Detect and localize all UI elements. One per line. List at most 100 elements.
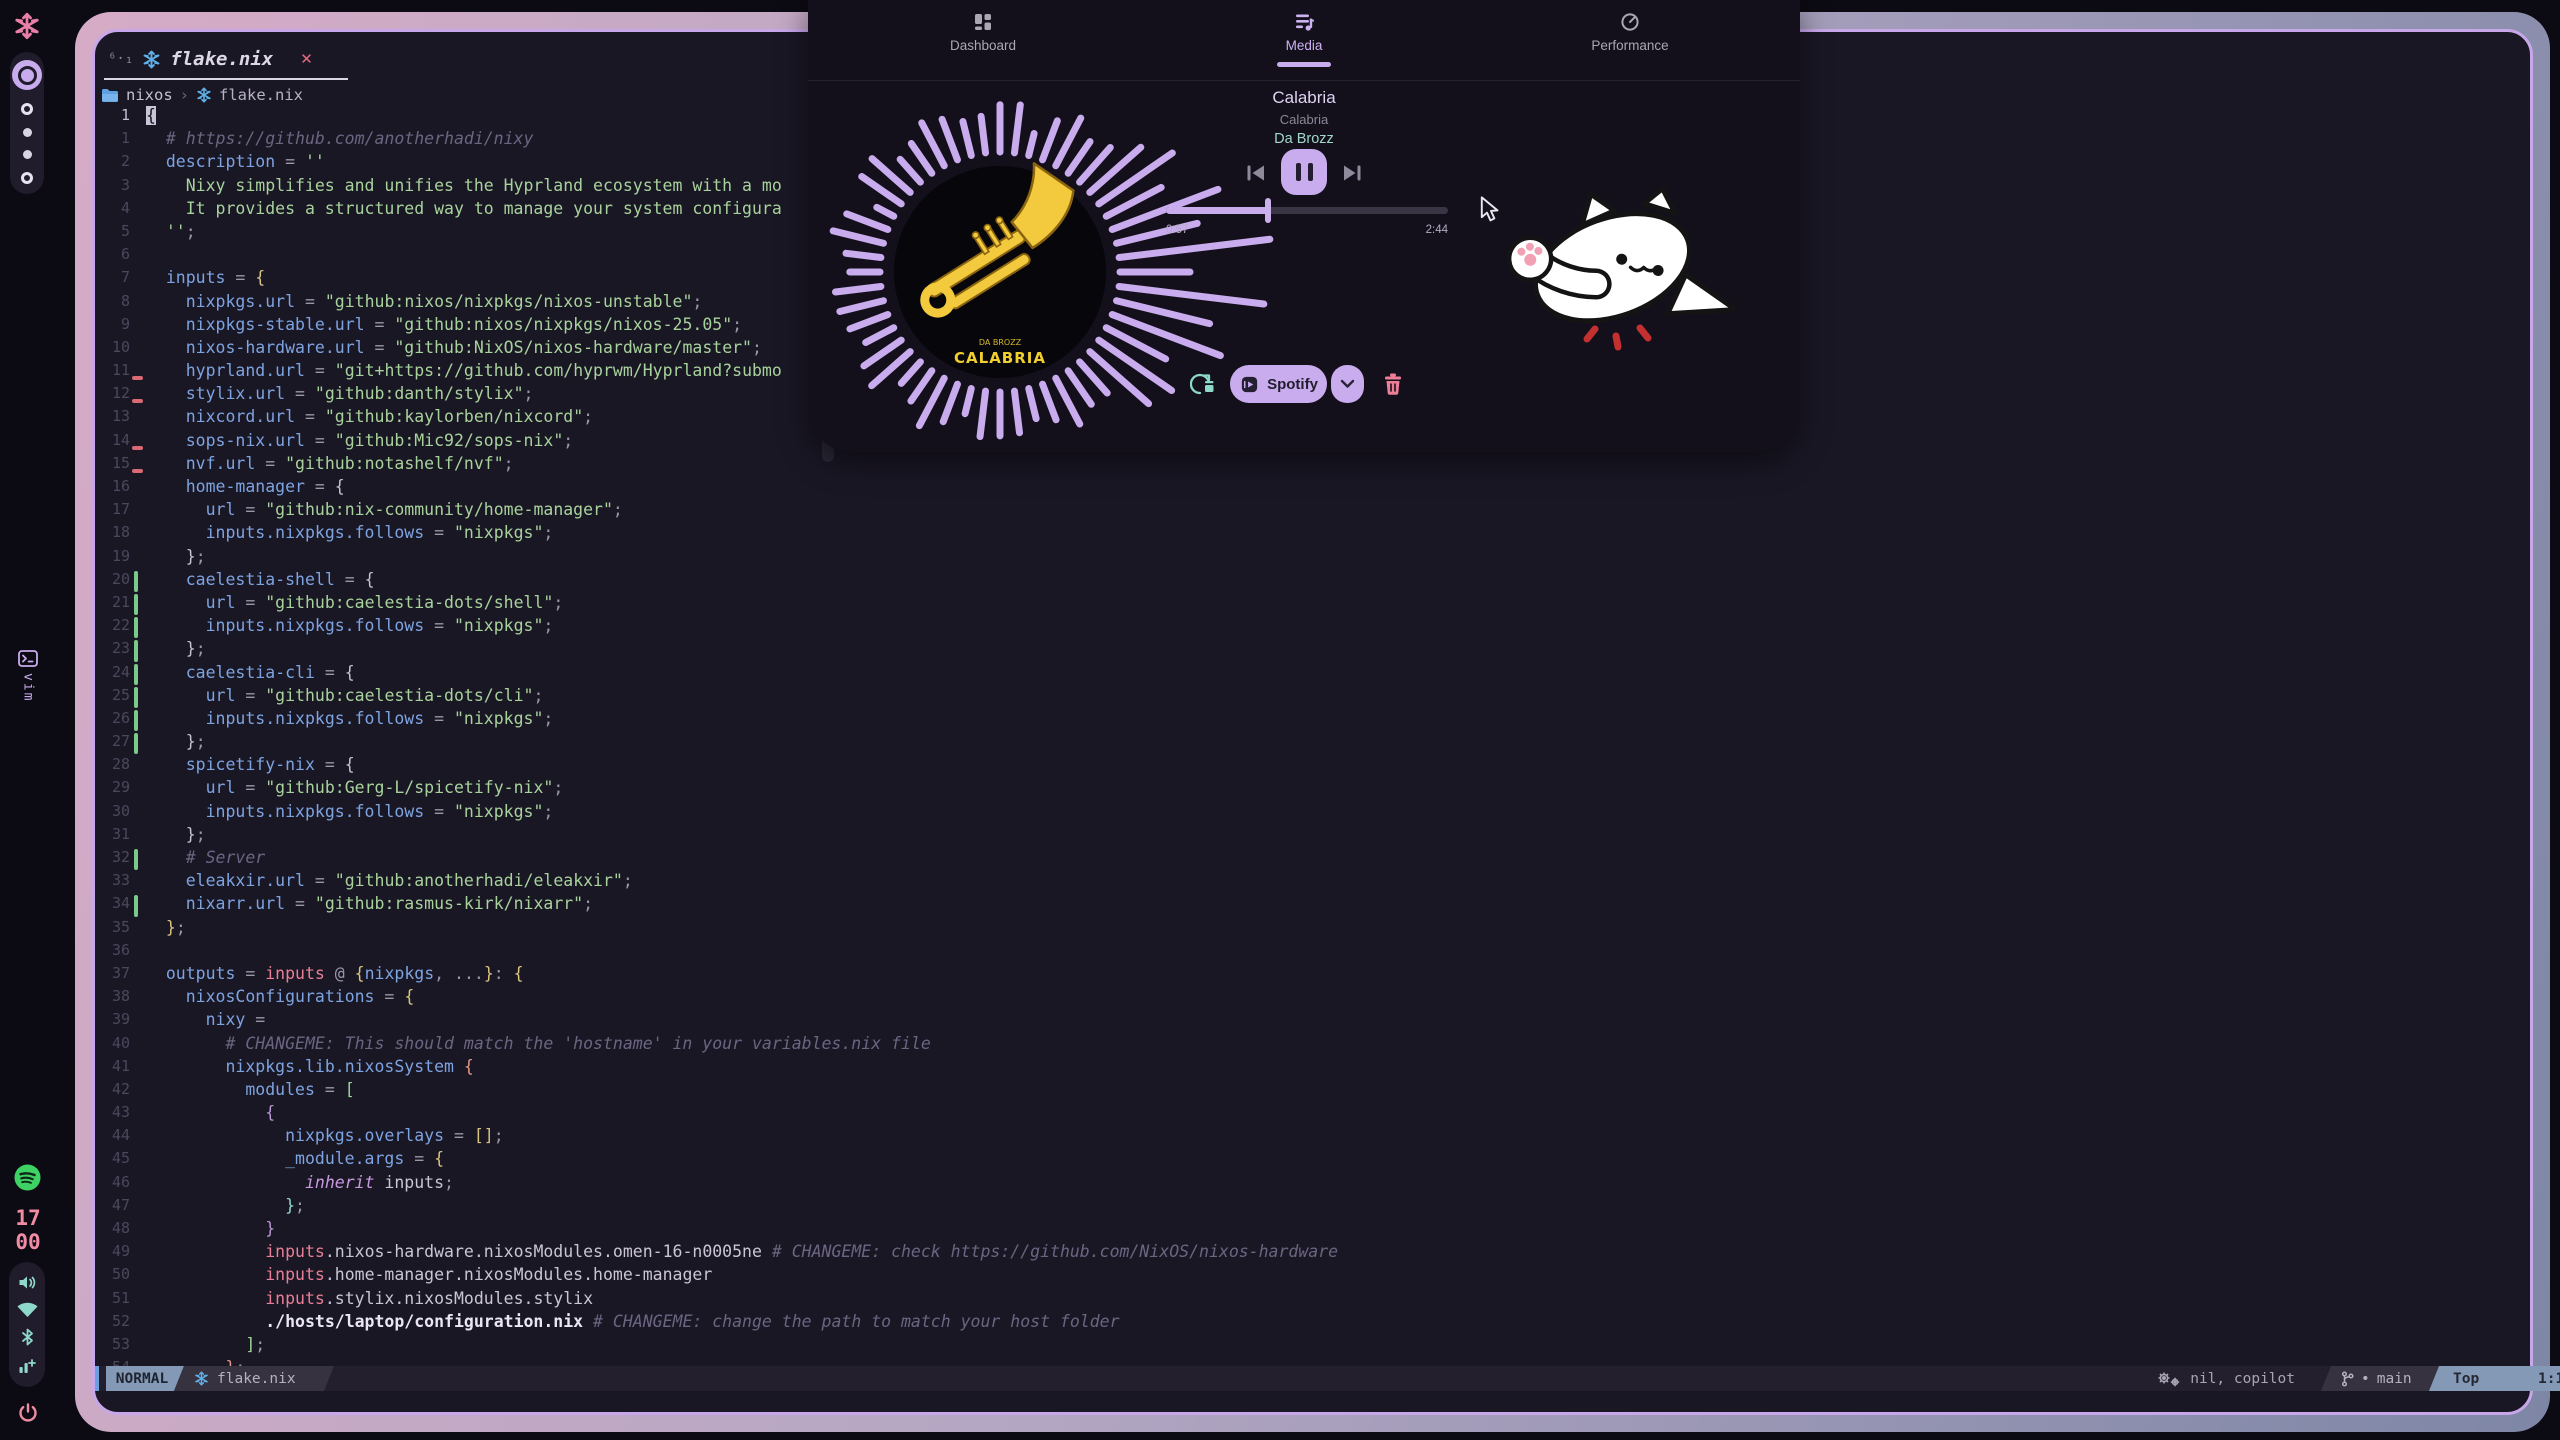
workspace-dot-1[interactable] (12, 60, 42, 90)
progress-bar[interactable] (1166, 207, 1448, 214)
workspace-dot-3[interactable] (23, 128, 32, 137)
mode-indicator: NORMAL (106, 1366, 184, 1391)
move-player-icon[interactable] (1190, 371, 1216, 397)
breadcrumb: nixos › flake.nix (101, 84, 303, 106)
breadcrumb-root[interactable]: nixos (126, 86, 173, 104)
git-branch-icon (2341, 1371, 2354, 1387)
desktop: ⁶·₁ flake.nix ✕ nixos › flake.nix 1{1 # … (0, 0, 2560, 1440)
total-time: 2:44 (1404, 224, 1448, 236)
code-line[interactable]: 22 inputs.nixpkgs.follows = "nixpkgs"; (100, 616, 2480, 639)
code-line[interactable]: 47 }; (100, 1196, 2480, 1219)
code-line[interactable]: 17 url = "github:nix-community/home-mana… (100, 500, 2480, 523)
progress-fill (1166, 207, 1268, 214)
workspace-dot-4[interactable] (23, 150, 32, 159)
code-line[interactable]: 21 url = "github:caelestia-dots/shell"; (100, 593, 2480, 616)
code-line[interactable]: 46 inherit inputs; (100, 1173, 2480, 1196)
active-app-label: vim (21, 673, 36, 702)
breadcrumb-separator: › (180, 86, 189, 104)
statusline: NORMAL flake.nix nil, copilot (95, 1366, 2530, 1391)
code-line[interactable]: 26 inputs.nixpkgs.follows = "nixpkgs"; (100, 709, 2480, 732)
code-line[interactable]: 48 } (100, 1219, 2480, 1242)
code-line[interactable]: 24 caelestia-cli = { (100, 663, 2480, 686)
code-line[interactable]: 16 home-manager = { (100, 477, 2480, 500)
player-dropdown-button[interactable] (1331, 365, 1364, 403)
code-line[interactable]: 53 ]; (100, 1335, 2480, 1358)
performance-gauge-icon (1620, 12, 1640, 32)
elapsed-time: 0:57 (1166, 224, 1188, 236)
code-line[interactable]: 36 (100, 941, 2480, 964)
code-line[interactable]: 40 # CHANGEME: This should match the 'ho… (100, 1034, 2480, 1057)
branch-bullet: • (2361, 1371, 2370, 1387)
code-line[interactable]: 43 { (100, 1103, 2480, 1126)
buffer-tab[interactable]: ⁶·₁ flake.nix ✕ (108, 42, 313, 76)
spotify-source-button[interactable]: Spotify (1230, 365, 1327, 403)
code-line[interactable]: 52 ./hosts/laptop/configuration.nix # CH… (100, 1312, 2480, 1335)
progress-handle[interactable] (1265, 198, 1271, 223)
code-line[interactable]: 15 nvf.url = "github:notashelf/nvf"; (100, 454, 2480, 477)
buffer-close-icon[interactable]: ✕ (300, 50, 313, 68)
scroll-position: Top (2429, 1366, 2530, 1391)
code-line[interactable]: 38 nixosConfigurations = { (100, 987, 2480, 1010)
tap-marks (1587, 328, 1648, 347)
code-line[interactable]: 34 nixarr.url = "github:rasmus-kirk/nixa… (100, 894, 2480, 917)
code-line[interactable]: 30 inputs.nixpkgs.follows = "nixpkgs"; (100, 802, 2480, 825)
code-line[interactable]: 33 eleakxir.url = "github:anotherhadi/el… (100, 871, 2480, 894)
code-line[interactable]: 23 }; (100, 639, 2480, 662)
bluetooth-icon[interactable] (21, 1328, 34, 1346)
quick-settings[interactable] (9, 1262, 45, 1387)
git-branch-segment: • main (2321, 1366, 2439, 1391)
tab-dashboard[interactable]: Dashboard (903, 12, 1063, 53)
chevron-down-icon (1340, 379, 1355, 389)
code-line[interactable]: 37 outputs = inputs @ {nixpkgs, ...}: { (100, 964, 2480, 987)
nix-snowflake-icon (142, 50, 161, 69)
code-line[interactable]: 45 _module.args = { (100, 1149, 2480, 1172)
code-line[interactable]: 19 }; (100, 547, 2480, 570)
code-line[interactable]: 42 modules = [ (100, 1080, 2480, 1103)
code-line[interactable]: 29 url = "github:Gerg-L/spicetify-nix"; (100, 778, 2480, 801)
code-line[interactable]: 31 }; (100, 825, 2480, 848)
code-line[interactable]: 28 spicetify-nix = { (100, 755, 2480, 778)
sidebar-bar: vim 17 00 (0, 0, 56, 1440)
code-line[interactable]: 50 inputs.home-manager.nixosModules.home… (100, 1265, 2480, 1288)
code-line[interactable]: 32 # Server (100, 848, 2480, 871)
breadcrumb-file[interactable]: flake.nix (219, 86, 303, 104)
active-app-indicator[interactable]: vim (0, 650, 56, 702)
code-line[interactable]: 27 }; (100, 732, 2480, 755)
network-icon[interactable] (18, 1357, 36, 1375)
remove-player-button[interactable] (1382, 373, 1404, 395)
tab-media[interactable]: Media (1224, 12, 1384, 67)
workspace-dot-5[interactable] (21, 172, 33, 184)
code-line[interactable]: 20 caelestia-shell = { (100, 570, 2480, 593)
player-source-icon (1239, 374, 1260, 395)
code-line[interactable]: 41 nixpkgs.lib.nixosSystem { (100, 1057, 2480, 1080)
buffer-tab-underline (104, 78, 348, 80)
pause-button[interactable] (1281, 149, 1327, 195)
workspace-dot-2[interactable] (21, 103, 33, 115)
code-line[interactable]: 35 }; (100, 918, 2480, 941)
code-line[interactable]: 49 inputs.nixos-hardware.nixosModules.om… (100, 1242, 2480, 1265)
dashboard-panel: Dashboard Media Performance (808, 0, 1800, 452)
code-line[interactable]: 39 nixy = (100, 1010, 2480, 1033)
workspace-indicator[interactable] (10, 52, 44, 194)
tab-performance[interactable]: Performance (1550, 12, 1710, 53)
next-track-button[interactable] (1342, 164, 1362, 182)
tab-label: Dashboard (950, 38, 1016, 53)
wifi-icon[interactable] (17, 1302, 38, 1317)
code-line[interactable]: 51 inputs.stylix.nixosModules.stylix (100, 1289, 2480, 1312)
lsp-status: nil, copilot (2055, 1366, 2295, 1391)
branch-name: main (2377, 1371, 2412, 1387)
lsp-servers: nil, copilot (2190, 1371, 2295, 1387)
clock[interactable]: 17 00 (0, 1206, 56, 1254)
track-title: Calabria (1272, 88, 1335, 108)
spotify-tray-icon[interactable] (14, 1164, 41, 1191)
code-line[interactable]: 18 inputs.nixpkgs.follows = "nixpkgs"; (100, 523, 2480, 546)
volume-icon[interactable] (18, 1274, 37, 1291)
media-playlist-icon (1294, 12, 1315, 32)
nix-logo-icon[interactable] (13, 12, 41, 40)
album-art-title: CALABRIA (954, 349, 1046, 367)
previous-track-button[interactable] (1246, 164, 1266, 182)
power-icon[interactable] (17, 1402, 39, 1424)
code-line[interactable]: 44 nixpkgs.overlays = []; (100, 1126, 2480, 1149)
code-line[interactable]: 25 url = "github:caelestia-dots/cli"; (100, 686, 2480, 709)
panel-separator (808, 80, 1800, 81)
